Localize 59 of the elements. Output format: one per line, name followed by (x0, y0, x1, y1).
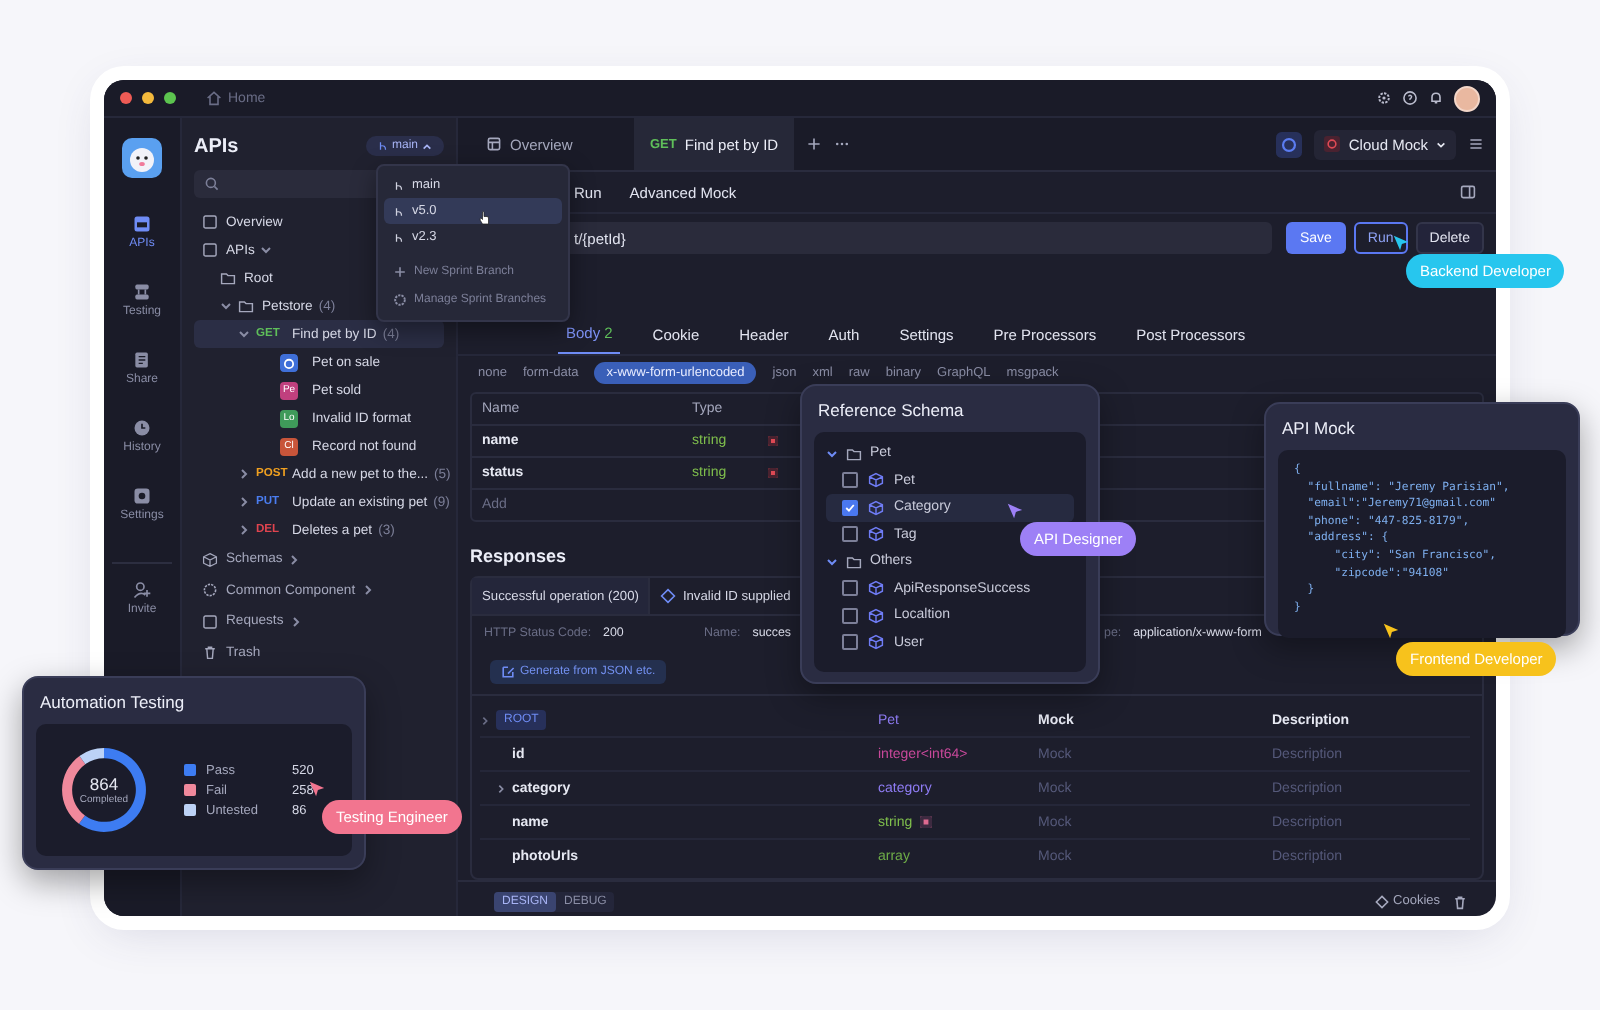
cube-icon (868, 526, 884, 543)
edit-icon (500, 664, 516, 680)
add-tab-icon[interactable] (806, 136, 823, 152)
app-logo-icon (122, 138, 162, 178)
total-count: 864 (89, 774, 119, 794)
gear-icon (392, 292, 408, 308)
chevron-icon[interactable] (496, 783, 506, 793)
sync-icon[interactable] (1276, 131, 1303, 157)
overview-icon (486, 136, 502, 152)
branch-icon (394, 205, 404, 217)
close-button[interactable] (120, 92, 132, 104)
trash-icon (202, 644, 218, 661)
cube-icon (868, 634, 884, 651)
panel-toggle-icon[interactable] (1460, 184, 1476, 200)
share-icon (131, 350, 152, 370)
plus-icon (392, 264, 408, 280)
card-title: Reference Schema (818, 400, 966, 420)
checkbox[interactable] (842, 472, 858, 489)
branch-icon (377, 140, 388, 152)
cloud-icon (1324, 136, 1341, 152)
checkbox[interactable] (842, 526, 858, 543)
chevron-icon[interactable] (480, 715, 490, 725)
caret-icon (1436, 139, 1446, 149)
checkbox[interactable] (842, 607, 858, 624)
minimize-button[interactable] (142, 92, 154, 104)
folder-icon (846, 445, 862, 462)
branch-icon (394, 179, 404, 191)
apis-icon (131, 214, 152, 234)
help-icon[interactable] (1402, 90, 1418, 106)
cube-icon (868, 499, 884, 516)
add-user-icon (132, 580, 152, 600)
card-title: API Mock (1282, 418, 1357, 438)
cube-icon (868, 580, 884, 597)
section-title: Responses (470, 546, 567, 566)
cookie-icon (1373, 893, 1390, 909)
checkbox[interactable] (842, 634, 858, 651)
cube-icon (868, 472, 884, 489)
maximize-button[interactable] (164, 92, 176, 104)
panel-title: APIs (194, 135, 239, 157)
hand-cursor-icon (478, 210, 490, 226)
history-icon (131, 418, 152, 438)
menu-icon[interactable] (1468, 136, 1484, 152)
checkbox[interactable] (842, 580, 858, 597)
branch-icon (394, 231, 404, 243)
settings-icon (132, 486, 152, 506)
trash-icon[interactable] (1452, 893, 1468, 909)
settings-icon[interactable] (1376, 90, 1392, 106)
avatar[interactable] (1454, 85, 1480, 111)
section-icon (202, 551, 218, 568)
testing-icon (131, 282, 152, 302)
diamond-icon (660, 588, 677, 604)
card-title: Automation Testing (40, 692, 187, 712)
checkbox[interactable] (842, 499, 858, 516)
caret-icon (422, 141, 432, 151)
cube-icon (868, 607, 884, 624)
search-icon (204, 176, 220, 192)
bell-icon[interactable] (1428, 90, 1444, 106)
home-icon (206, 90, 222, 106)
folder-icon (846, 553, 862, 570)
